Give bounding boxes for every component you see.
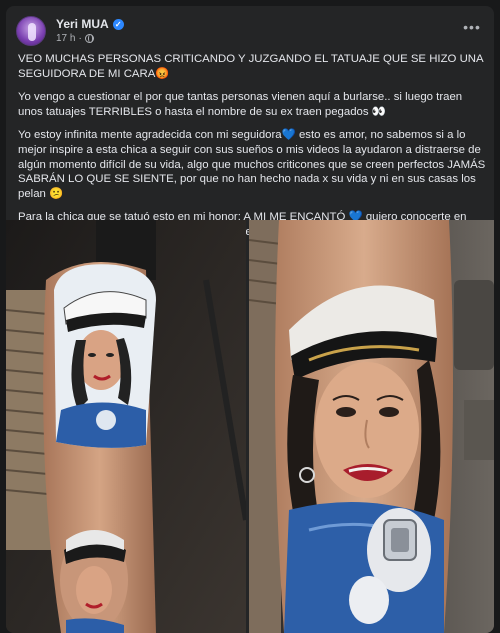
post-meta: 17 h · bbox=[56, 33, 94, 44]
tattoo-photo-left bbox=[6, 220, 246, 633]
post-paragraph-1: VEO MUCHAS PERSONAS CRITICANDO Y JUZGAND… bbox=[18, 53, 483, 80]
globe-icon bbox=[84, 34, 94, 43]
photo-left[interactable] bbox=[6, 220, 246, 633]
post-timestamp[interactable]: 17 h bbox=[56, 33, 75, 44]
post-header: Yeri MUA ✓ 17 h · ••• bbox=[16, 14, 484, 50]
tattoo-photo-right bbox=[249, 220, 494, 633]
post-card: Yeri MUA ✓ 17 h · ••• VEO MUCHAS PERSONA… bbox=[6, 6, 494, 633]
verified-badge-icon: ✓ bbox=[112, 18, 124, 30]
author-avatar[interactable] bbox=[16, 16, 46, 46]
meta-dot: · bbox=[78, 33, 82, 44]
author-name-row: Yeri MUA ✓ bbox=[56, 17, 124, 31]
post-paragraph-2: Yo vengo a cuestionar el por que tantas … bbox=[18, 91, 463, 118]
post-photos bbox=[6, 220, 494, 633]
more-options-icon[interactable]: ••• bbox=[460, 20, 484, 40]
author-name[interactable]: Yeri MUA bbox=[56, 17, 109, 31]
photo-right[interactable] bbox=[249, 220, 494, 633]
post-paragraph-3: Yo estoy infinita mente agradecida con m… bbox=[18, 129, 486, 200]
